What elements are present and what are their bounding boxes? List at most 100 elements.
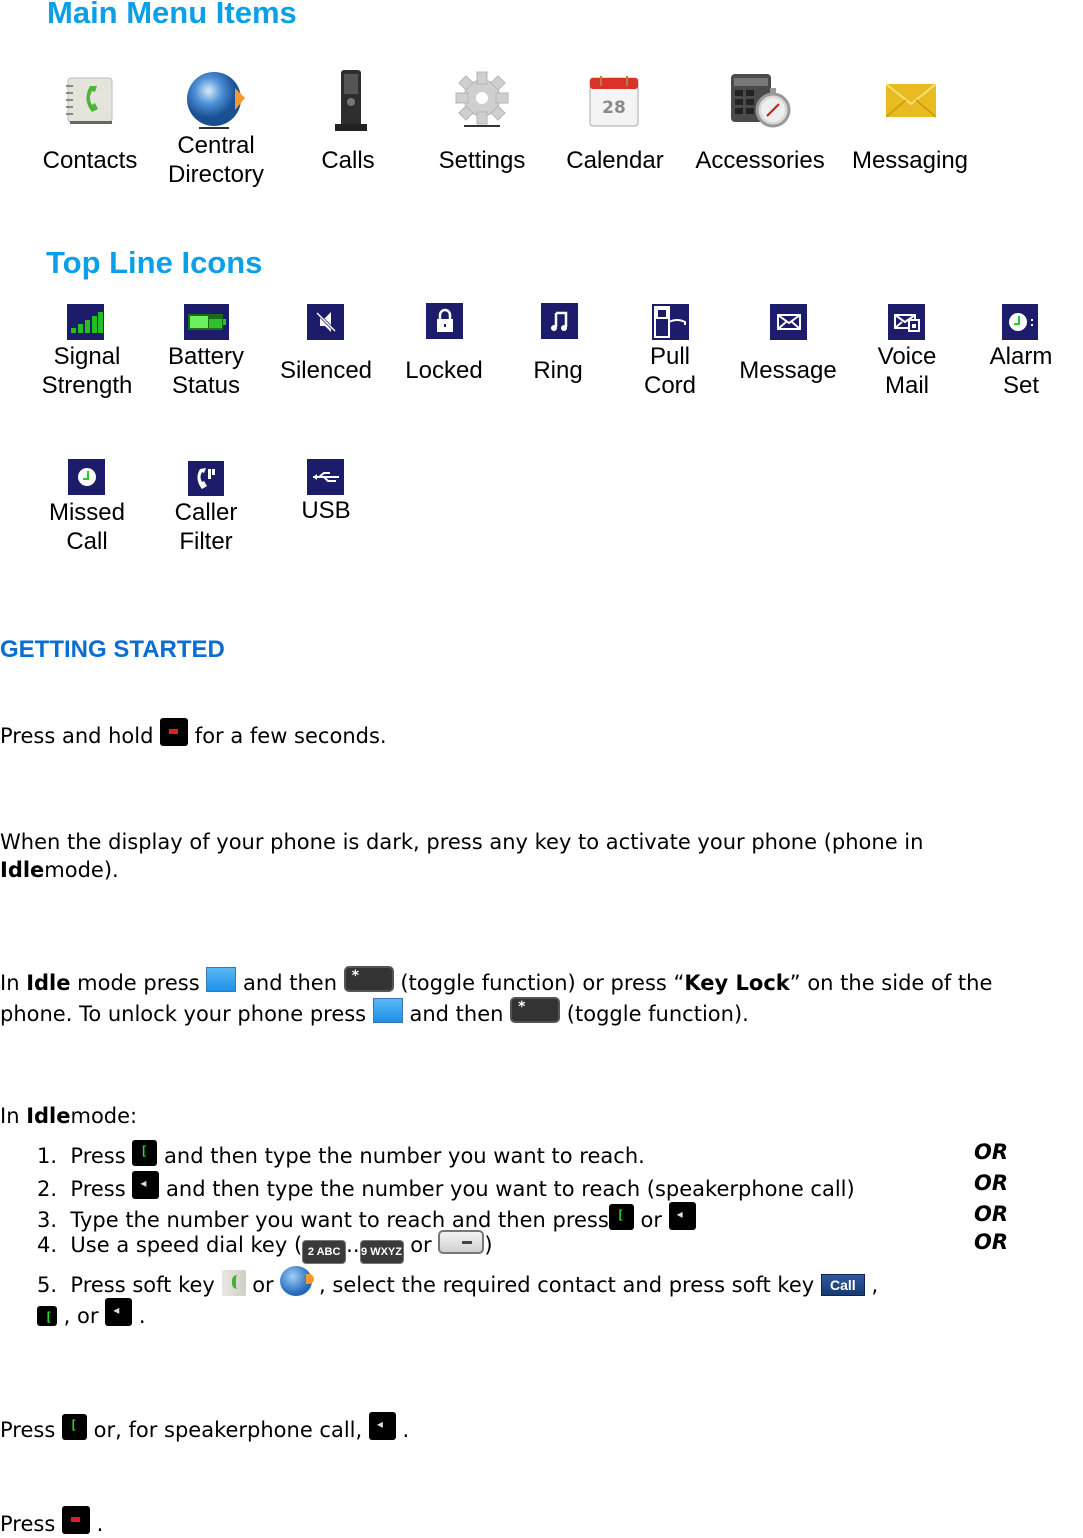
pull-cord-icon [652, 304, 689, 340]
step-number: 5. [37, 1273, 58, 1297]
speaker-key-icon [368, 1412, 396, 1440]
topline-label-caller-filter: Caller Filter [156, 498, 256, 556]
text: Press [0, 1512, 62, 1536]
step-1: 1. Press and then type the number you wa… [37, 1140, 645, 1170]
menu-label-contacts: Contacts [42, 147, 138, 174]
voice-mail-icon [888, 304, 925, 340]
answer-paragraph: Press or, for speakerphone call, . [0, 1412, 409, 1444]
text: (toggle function). [560, 1002, 749, 1026]
battery-status-icon [184, 304, 229, 340]
label-line: Signal [53, 343, 121, 370]
end-key-icon [160, 718, 189, 746]
bold-text: Idle [26, 971, 71, 995]
menu-key-icon [372, 998, 403, 1023]
text: Press soft key [70, 1273, 222, 1297]
bold-text: Idle [26, 1104, 71, 1128]
text: mode press [70, 971, 207, 995]
bold-text: Key Lock [684, 971, 790, 995]
silenced-icon [307, 304, 344, 340]
topline-label-message: Message [739, 357, 837, 384]
topline-label-pull-cord: Pull Cord [630, 342, 710, 400]
label-line: Filter [179, 528, 233, 555]
text: mode: [70, 1104, 138, 1128]
topline-label-ring: Ring [533, 357, 583, 384]
topline-label-battery: Battery Status [154, 342, 258, 400]
text: Type the number you want to reach and th… [70, 1208, 609, 1232]
text: Press [70, 1144, 133, 1168]
text: or [633, 1208, 669, 1232]
off-hook-key-icon [608, 1204, 634, 1230]
text: phone. To unlock your phone press [0, 1002, 373, 1026]
off-hook-key-icon [132, 1140, 158, 1166]
text: and then type the number you want to rea… [157, 1144, 645, 1168]
label-line: Missed [48, 499, 126, 526]
accessories-calculator-icon [725, 74, 795, 130]
speed-dial-9-key-icon: 9 WXYZ [359, 1240, 404, 1264]
text: In [0, 1104, 27, 1128]
text: (toggle function) or press “ [393, 971, 685, 995]
top-line-heading: Top Line Icons [46, 245, 263, 280]
text: .. [346, 1233, 360, 1257]
step-4: 4. Use a speed dial key (2 ABC.. 9 WXYZ o… [37, 1230, 493, 1264]
or-label: OR [974, 1140, 1009, 1164]
text: and then [236, 971, 344, 995]
caller-filter-icon [188, 461, 224, 496]
step-2: 2. Press and then type the number you wa… [37, 1171, 855, 1203]
text: Press [0, 1418, 62, 1442]
label-line: Status [171, 372, 241, 399]
topline-label-signal: Signal Strength [34, 342, 140, 400]
contacts-softkey-icon [221, 1270, 246, 1296]
text: and then [402, 1002, 511, 1026]
step-5: 5. Press soft key or , select the requir… [37, 1266, 878, 1299]
central-directory-softkey-icon [280, 1266, 315, 1296]
speaker-key-icon [132, 1171, 160, 1199]
label-line: Alarm [989, 343, 1053, 370]
or-label: OR [974, 1171, 1009, 1195]
menu-label-accessories: Accessories [695, 147, 825, 174]
speaker-key-icon [105, 1298, 133, 1326]
menu-label-calendar: Calendar [566, 147, 664, 174]
topline-label-alarm-set: Alarm Set [976, 342, 1066, 400]
text: ) [484, 1233, 493, 1257]
calendar-day: 28 [602, 98, 626, 118]
end-call-paragraph: Press . [0, 1506, 103, 1538]
call-softkey-icon: Call [820, 1274, 865, 1296]
speed-dial-2-key-icon: 2 ABC [302, 1240, 347, 1264]
text: When the display of your phone is dark, … [0, 830, 924, 854]
text: . [132, 1304, 146, 1328]
star-key-icon: * [510, 997, 561, 1023]
keylock-paragraph: In Idle mode press and then * (toggle fu… [0, 966, 992, 1028]
end-key-icon [61, 1506, 90, 1534]
speaker-key-icon [668, 1202, 696, 1230]
step-number: 4. [37, 1233, 58, 1257]
text: ” on the side of the [789, 971, 993, 995]
contacts-icon [64, 76, 114, 126]
text: , or [57, 1304, 106, 1328]
central-directory-globe-icon [185, 72, 247, 130]
label-line: Strength [41, 372, 133, 399]
step-number: 3. [37, 1208, 58, 1232]
missed-call-icon [68, 459, 105, 495]
topline-label-missed-call: Missed Call [36, 498, 138, 556]
getting-started-heading: GETTING STARTED [0, 636, 225, 663]
main-menu-heading: Main Menu Items [47, 0, 297, 30]
topline-label-usb: USB [301, 497, 351, 524]
key-glyph: * [518, 999, 526, 1015]
step-5-continued: , or . [37, 1298, 146, 1330]
text: mode). [44, 858, 119, 882]
idle-mode-intro: In Idlemode: [0, 1102, 137, 1130]
label-line: Central [177, 132, 255, 159]
label-line: Battery [167, 343, 245, 370]
text: or [245, 1273, 281, 1297]
topline-label-silenced: Silenced [279, 357, 373, 384]
topline-label-locked: Locked [405, 357, 483, 384]
label-line: Directory [167, 161, 264, 188]
calls-phone-icon [333, 70, 369, 132]
menu-label-central-directory: Central Directory [156, 131, 276, 189]
text: In [0, 971, 27, 995]
text: or [403, 1233, 439, 1257]
menu-key-icon [206, 967, 237, 992]
key-glyph: * [351, 968, 360, 984]
text: . [89, 1512, 104, 1536]
or-label: OR [974, 1202, 1009, 1226]
